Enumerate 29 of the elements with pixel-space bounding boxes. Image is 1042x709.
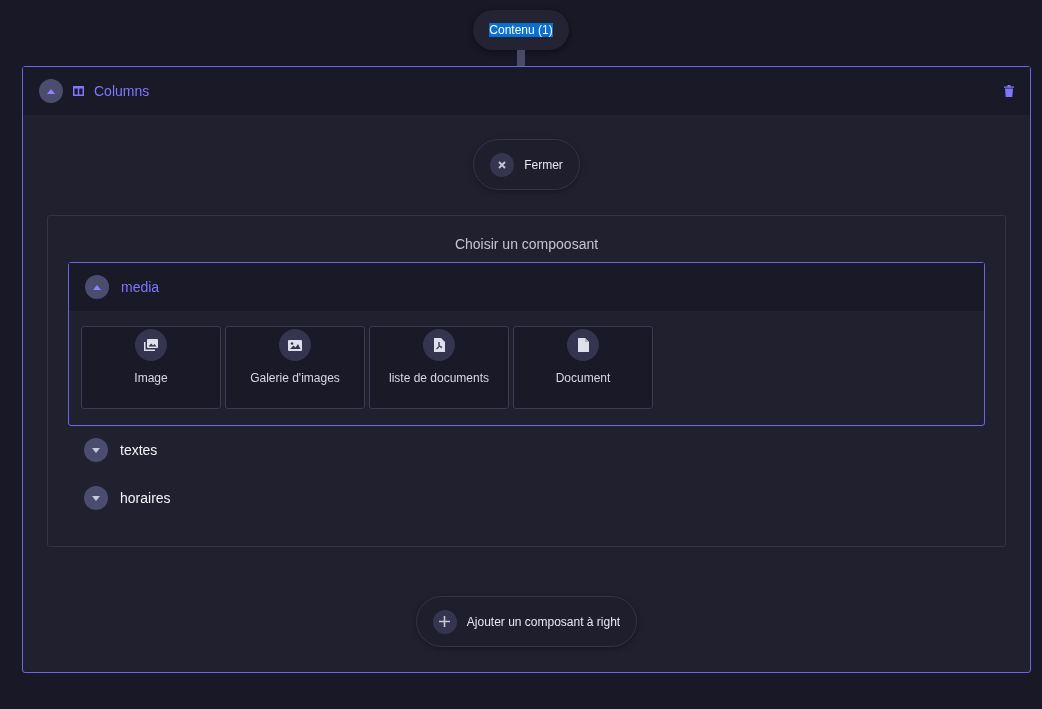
category-label[interactable]: textes	[120, 442, 158, 458]
pill-label: Contenu (1)	[489, 23, 553, 37]
category-label[interactable]: media	[121, 279, 160, 295]
collapse-button[interactable]	[85, 275, 109, 299]
category-label[interactable]: horaires	[120, 490, 171, 506]
picker-title: Choisir un compoosant	[453, 236, 600, 252]
component-tile[interactable]: Image	[81, 326, 221, 409]
caret-icon	[92, 495, 100, 501]
caret-icon	[92, 447, 100, 453]
component-tile[interactable]: Galerie d'images	[225, 326, 365, 409]
pdf-file-icon	[433, 338, 445, 352]
close-button[interactable]: Fermer	[473, 139, 580, 190]
content-pill[interactable]: Contenu (1)	[473, 10, 569, 50]
collapse-button[interactable]	[39, 79, 63, 103]
expand-button[interactable]	[84, 486, 108, 510]
caret-icon	[93, 284, 101, 290]
columns-icon	[73, 86, 84, 96]
images-icon	[144, 339, 158, 351]
caret-icon	[47, 88, 55, 94]
file-icon	[577, 338, 589, 352]
expand-button[interactable]	[84, 438, 108, 462]
trash-icon[interactable]	[1004, 85, 1014, 97]
plus-icon	[439, 616, 451, 627]
component-tile[interactable]: liste de documents	[369, 326, 509, 409]
add-component-button[interactable]: Ajouter un composant à right	[415, 596, 638, 647]
component-tile[interactable]: Document	[513, 326, 653, 409]
block-title: Columns	[94, 83, 150, 99]
image-icon	[288, 339, 302, 351]
close-icon	[498, 160, 507, 169]
